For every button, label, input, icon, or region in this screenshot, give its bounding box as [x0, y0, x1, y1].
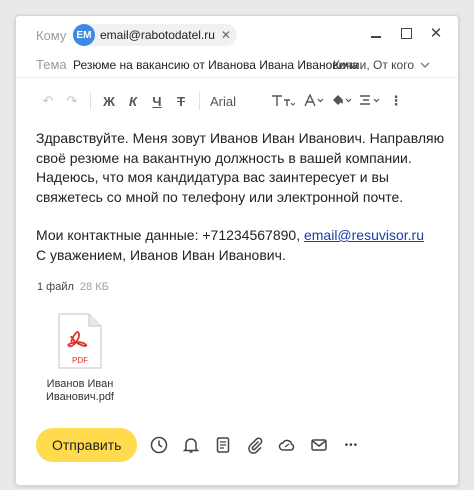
attachment-size: 28 КБ	[79, 281, 109, 293]
to-label: Кому	[36, 27, 67, 43]
copy-from-label: Копии, От кого	[332, 57, 414, 72]
more-vertical-icon: ⋮	[389, 93, 403, 108]
text-color-button[interactable]	[300, 89, 328, 113]
bold-button[interactable]: Ж	[97, 89, 121, 113]
attachment-name: Иванов Иван Иванович.pdf	[45, 378, 114, 403]
underline-button[interactable]: Ч	[145, 89, 169, 113]
text-color-icon	[304, 94, 324, 107]
subject-label: Тема	[36, 57, 67, 72]
envelope-button[interactable]	[303, 429, 335, 461]
chevron-down-icon	[420, 62, 430, 68]
fill-color-icon	[333, 95, 352, 105]
send-button[interactable]: Отправить	[36, 428, 138, 462]
align-icon	[360, 95, 380, 105]
attachments-summary: 1 файл 28 КБ	[37, 281, 109, 293]
bold-label: Ж	[103, 93, 115, 109]
italic-button[interactable]: К	[121, 89, 145, 113]
bell-icon	[183, 438, 200, 453]
attachment-count: 1 файл	[37, 281, 74, 293]
strikethrough-button[interactable]: Т	[169, 89, 193, 113]
schedule-button[interactable]	[143, 429, 175, 461]
contacts-text: Мои контактные данные: +71234567890,	[36, 227, 304, 243]
redo-icon: ↷	[66, 93, 78, 108]
message-closing: С уважением, Иванов Иван Иванович.	[36, 246, 286, 263]
subject-row: Тема Резюме на вакансию от Иванова Ивана…	[16, 52, 458, 78]
attachment-item[interactable]: PDF Иванов Иван Иванович.pdf	[40, 312, 120, 404]
pdf-type-label: PDF	[72, 356, 88, 365]
subject-input[interactable]: Резюме на вакансию от Иванова Ивана Иван…	[73, 58, 358, 72]
avatar: ЕМ	[73, 24, 95, 46]
recipient-email: email@rabotodatel.ru	[100, 28, 215, 42]
more-icon: •••	[344, 439, 359, 451]
paperclip-icon	[248, 437, 263, 454]
message-contacts: Мои контактные данные: +71234567890, ema…	[36, 226, 446, 246]
align-button[interactable]	[356, 89, 384, 113]
template-icon	[217, 437, 230, 453]
font-select[interactable]: Arial	[206, 94, 266, 109]
text-size-button[interactable]	[266, 89, 300, 113]
format-toolbar: ↶ ↷ Ж К Ч Т Arial ⋮	[16, 88, 458, 114]
reminder-button[interactable]	[175, 429, 207, 461]
remove-recipient-icon[interactable]: ✕	[221, 28, 231, 42]
bottom-toolbar: Отправить •••	[16, 428, 458, 462]
copy-from-toggle[interactable]: Копии, От кого	[333, 58, 430, 72]
clock-icon	[151, 436, 168, 454]
contact-email-link[interactable]: email@resuvisor.ru	[304, 227, 424, 243]
toolbar-divider	[199, 92, 200, 110]
underline-label: Ч	[152, 93, 162, 109]
envelope-icon	[311, 439, 328, 451]
attach-file-button[interactable]	[239, 429, 271, 461]
to-row: Кому ЕМ email@rabotodatel.ru ✕	[16, 22, 458, 48]
strikethrough-label: Т	[177, 93, 185, 109]
pdf-icon: PDF	[58, 313, 102, 369]
text-size-icon	[272, 95, 295, 106]
message-body[interactable]: Здравствуйте. Меня зовут Иванов Иван Ива…	[36, 129, 446, 265]
attach-cloud-button[interactable]	[271, 429, 303, 461]
redo-button[interactable]: ↷	[60, 89, 84, 113]
toolbar-divider	[90, 92, 91, 110]
more-actions-button[interactable]: •••	[335, 429, 367, 461]
compose-window: ✕ Кому ЕМ email@rabotodatel.ru ✕ Тема Ре…	[15, 15, 459, 486]
fill-color-button[interactable]	[328, 89, 356, 113]
more-format-button[interactable]: ⋮	[384, 89, 408, 113]
undo-icon: ↶	[42, 93, 54, 108]
undo-button[interactable]: ↶	[36, 89, 60, 113]
recipient-chip[interactable]: ЕМ email@rabotodatel.ru ✕	[73, 24, 237, 46]
template-button[interactable]	[207, 429, 239, 461]
cloud-attach-icon	[279, 439, 295, 451]
message-paragraph: Здравствуйте. Меня зовут Иванов Иван Ива…	[36, 130, 445, 205]
italic-label: К	[129, 93, 137, 109]
